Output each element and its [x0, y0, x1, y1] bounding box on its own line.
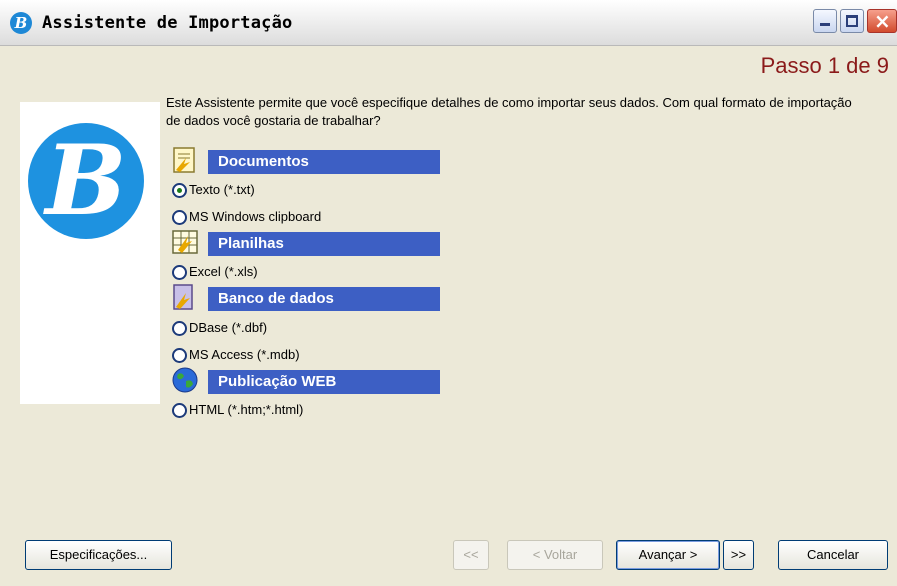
category-header-documentos: Documentos — [208, 150, 440, 174]
last-step-button[interactable]: >> — [723, 540, 754, 570]
category-header-planilhas: Planilhas — [208, 232, 440, 256]
close-icon: × — [874, 9, 891, 33]
app-logo-icon: B — [10, 12, 32, 34]
maximize-icon — [846, 15, 858, 27]
radio-button[interactable] — [172, 264, 187, 280]
close-button[interactable]: × — [867, 9, 897, 33]
radio-texto[interactable]: Texto (*.txt) — [172, 180, 255, 200]
radio-button[interactable] — [172, 209, 187, 225]
document-icon — [173, 147, 195, 173]
brand-logo-letter: B — [45, 124, 127, 237]
radio-button[interactable] — [172, 182, 187, 198]
radio-label: MS Windows clipboard — [189, 209, 322, 224]
radio-label: DBase (*.dbf) — [189, 320, 268, 335]
intro-text: Este Assistente permite que você especif… — [166, 95, 852, 128]
radio-button[interactable] — [172, 347, 187, 363]
spreadsheet-icon — [172, 230, 198, 254]
maximize-button[interactable] — [840, 9, 864, 33]
category-header-banco-de-dados: Banco de dados — [208, 287, 440, 311]
step-indicator: Passo 1 de 9 — [760, 53, 889, 78]
minimize-icon — [820, 23, 830, 26]
radio-label: Texto (*.txt) — [189, 182, 255, 197]
category-header-publicacao-web: Publicação WEB — [208, 370, 440, 394]
back-button[interactable]: < Voltar — [507, 540, 603, 570]
database-icon — [173, 284, 193, 310]
title-bar: B Assistente de Importação × — [0, 0, 897, 46]
radio-button[interactable] — [172, 320, 187, 336]
radio-clipboard[interactable]: MS Windows clipboard — [172, 207, 321, 227]
radio-html[interactable]: HTML (*.htm;*.html) — [172, 400, 303, 420]
cancel-button[interactable]: Cancelar — [778, 540, 888, 570]
first-step-button[interactable]: << — [453, 540, 489, 570]
globe-icon — [172, 367, 198, 393]
window-title: Assistente de Importação — [42, 13, 293, 33]
radio-label: HTML (*.htm;*.html) — [189, 402, 304, 417]
radio-access[interactable]: MS Access (*.mdb) — [172, 345, 300, 365]
next-button[interactable]: Avançar > — [616, 540, 720, 570]
radio-excel[interactable]: Excel (*.xls) — [172, 262, 258, 282]
minimize-button[interactable] — [813, 9, 837, 33]
specifications-button[interactable]: Especificações... — [25, 540, 172, 570]
radio-dbase[interactable]: DBase (*.dbf) — [172, 318, 267, 338]
radio-label: Excel (*.xls) — [189, 264, 258, 279]
brand-logo-icon: B — [28, 123, 144, 239]
logo-panel: B — [20, 102, 160, 404]
radio-label: MS Access (*.mdb) — [189, 347, 300, 362]
radio-button[interactable] — [172, 402, 187, 418]
